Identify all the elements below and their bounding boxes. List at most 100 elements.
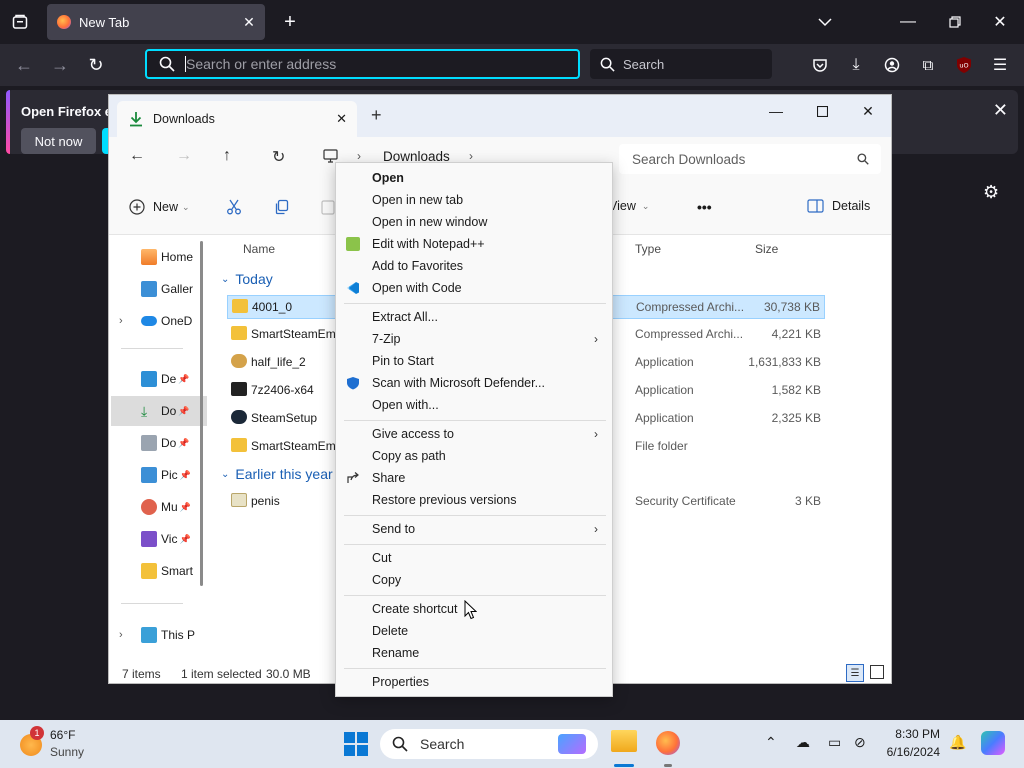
nav-item-downloads[interactable]: ⤓ Do 📌: [111, 396, 207, 426]
url-input[interactable]: Search or enter address: [186, 56, 336, 72]
nav-divider: [121, 348, 183, 349]
menu-item-label: Copy: [372, 573, 402, 587]
cut-button[interactable]: [226, 199, 242, 215]
explorer-up-icon[interactable]: ↑: [223, 147, 231, 165]
menu-item-scan-defender[interactable]: Scan with Microsoft Defender...: [336, 372, 612, 394]
view-button[interactable]: View ⌄: [609, 199, 649, 213]
minimize-window-icon[interactable]: —: [898, 12, 918, 32]
menu-item-copy-path[interactable]: Copy as path: [336, 445, 612, 467]
display-icon[interactable]: ▭: [828, 734, 841, 751]
close-tab-icon[interactable]: ✕: [239, 14, 259, 31]
search-bar[interactable]: Search: [590, 49, 772, 79]
group-header-earlier[interactable]: ⌄ Earlier this year: [221, 466, 333, 482]
menu-item-7zip[interactable]: 7-Zip ›: [336, 328, 612, 350]
see-more-button[interactable]: •••: [697, 199, 712, 215]
extensions-icon[interactable]: ⧉: [918, 55, 938, 75]
column-header-name[interactable]: Name: [243, 242, 275, 256]
app-menu-icon[interactable]: ☰: [990, 55, 1010, 75]
nav-scrollbar[interactable]: [200, 241, 203, 586]
network-icon[interactable]: ⊘: [854, 734, 866, 751]
menu-item-share[interactable]: Share: [336, 467, 612, 489]
new-button[interactable]: New ⌄: [129, 199, 190, 215]
firefox-taskbar-icon[interactable]: [656, 731, 680, 755]
close-notification-icon[interactable]: ✕: [993, 100, 1008, 121]
notification-accent: [6, 90, 10, 154]
breadcrumb-chevron-icon[interactable]: ›: [469, 149, 473, 163]
explorer-maximize-icon[interactable]: [799, 97, 845, 125]
menu-item-open-new-window[interactable]: Open in new window: [336, 211, 612, 233]
menu-item-properties[interactable]: Properties: [336, 671, 612, 693]
group-title: Today: [235, 271, 273, 287]
downloads-icon[interactable]: ⤓: [846, 55, 866, 75]
details-view-icon[interactable]: ☰: [846, 664, 864, 682]
menu-item-restore-versions[interactable]: Restore previous versions: [336, 489, 612, 511]
menu-item-extract-all[interactable]: Extract All...: [336, 306, 612, 328]
breadcrumb-separator-icon[interactable]: ›: [357, 149, 361, 163]
file-explorer-taskbar-icon[interactable]: [611, 730, 637, 752]
taskbar-search-box[interactable]: Search: [380, 729, 598, 759]
pictures-icon: [141, 467, 157, 483]
details-pane-button[interactable]: Details: [807, 199, 870, 213]
search-icon: [600, 57, 615, 72]
notification-bell-icon[interactable]: 🔔: [949, 734, 966, 751]
menu-item-open-new-tab[interactable]: Open in new tab: [336, 189, 612, 211]
menu-item-edit-notepad[interactable]: Edit with Notepad++: [336, 233, 612, 255]
menu-item-rename[interactable]: Rename: [336, 642, 612, 664]
tiles-view-icon[interactable]: [870, 665, 884, 679]
menu-item-open-with[interactable]: Open with...: [336, 394, 612, 416]
menu-item-open[interactable]: Open: [336, 167, 612, 189]
chevron-right-icon[interactable]: ›: [119, 315, 141, 327]
notepad-plus-plus-icon: [346, 237, 360, 251]
explorer-close-icon[interactable]: ✕: [845, 97, 891, 125]
weather-temperature[interactable]: 66°F: [50, 728, 75, 742]
new-tab-icon[interactable]: +: [280, 11, 300, 33]
explorer-refresh-icon[interactable]: ↻: [272, 147, 285, 167]
url-bar[interactable]: Search or enter address: [145, 49, 580, 79]
onedrive-icon: [141, 316, 157, 326]
close-window-icon[interactable]: ✕: [990, 12, 1010, 32]
menu-separator: [344, 515, 606, 516]
group-header-today[interactable]: ⌄ Today: [221, 271, 273, 287]
clock-date[interactable]: 6/16/2024: [880, 745, 940, 759]
explorer-forward-icon[interactable]: →: [176, 147, 192, 165]
explorer-search-field[interactable]: Search Downloads: [619, 144, 881, 174]
show-hidden-icons-chevron-icon[interactable]: ⌃: [765, 734, 777, 751]
back-arrow-icon[interactable]: ←: [14, 55, 34, 75]
paste-button[interactable]: [321, 199, 335, 215]
explorer-tab-downloads[interactable]: Downloads ✕: [117, 101, 357, 137]
gear-icon[interactable]: ⚙: [983, 182, 999, 203]
menu-item-delete[interactable]: Delete: [336, 620, 612, 642]
chevron-right-icon[interactable]: ›: [119, 629, 141, 641]
close-explorer-tab-icon[interactable]: ✕: [336, 111, 347, 127]
copy-button[interactable]: [274, 199, 290, 215]
reload-icon[interactable]: ↻: [86, 55, 106, 75]
clock-time[interactable]: 8:30 PM: [880, 727, 940, 741]
windows-start-icon[interactable]: [344, 732, 368, 759]
menu-item-give-access[interactable]: Give access to ›: [336, 423, 612, 445]
column-header-type[interactable]: Type: [635, 242, 661, 256]
menu-item-pin-start[interactable]: Pin to Start: [336, 350, 612, 372]
column-header-size[interactable]: Size: [755, 242, 778, 256]
menu-item-send-to[interactable]: Send to ›: [336, 518, 612, 540]
nav-item-this-pc[interactable]: › This P: [119, 620, 215, 650]
weather-description[interactable]: Sunny: [50, 745, 84, 759]
menu-item-copy[interactable]: Copy: [336, 569, 612, 591]
firefox-view-icon[interactable]: [10, 12, 30, 32]
pocket-icon[interactable]: [810, 55, 830, 75]
explorer-minimize-icon[interactable]: —: [753, 97, 799, 125]
new-explorer-tab-icon[interactable]: +: [371, 105, 382, 126]
explorer-back-icon[interactable]: ←: [129, 147, 145, 165]
not-now-button[interactable]: Not now: [21, 128, 96, 154]
forward-arrow-icon[interactable]: →: [50, 55, 70, 75]
menu-item-cut[interactable]: Cut: [336, 547, 612, 569]
menu-item-add-favorites[interactable]: Add to Favorites: [336, 255, 612, 277]
copilot-icon[interactable]: [981, 731, 1005, 755]
browser-tab-new-tab[interactable]: New Tab ✕: [47, 4, 265, 40]
account-icon[interactable]: [882, 55, 902, 75]
restore-window-icon[interactable]: [945, 12, 965, 32]
onedrive-offline-icon[interactable]: ☁: [796, 734, 810, 751]
ublock-origin-icon[interactable]: uO: [954, 55, 974, 75]
ublock-label: uO: [959, 62, 968, 70]
list-tabs-chevron-icon[interactable]: [815, 12, 835, 32]
menu-item-open-code[interactable]: Open with Code: [336, 277, 612, 299]
